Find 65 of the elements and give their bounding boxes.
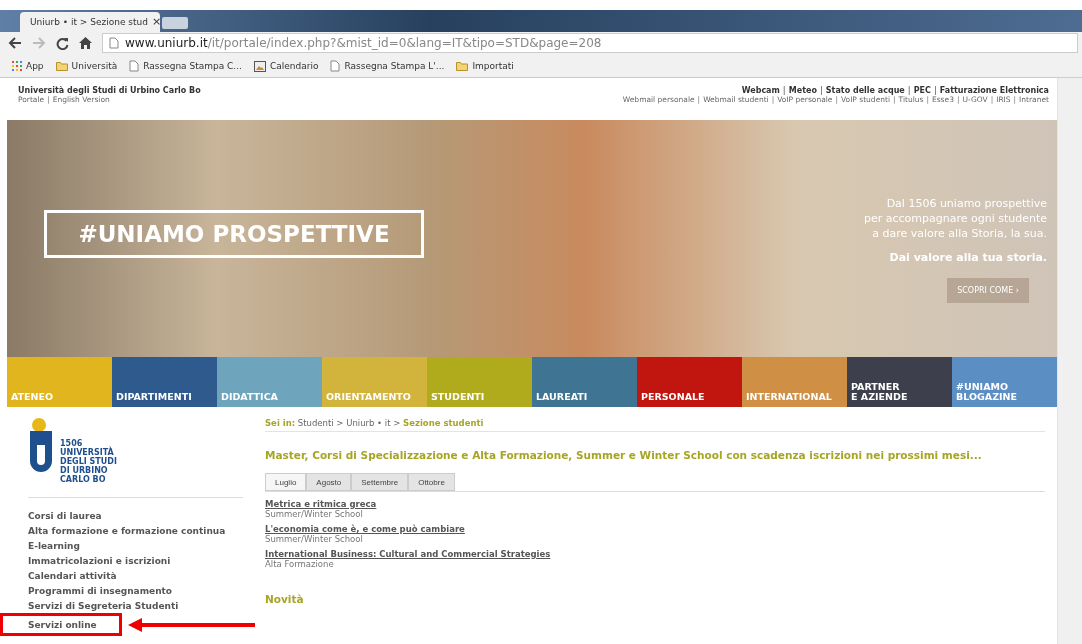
- browser-tab[interactable]: Uniurb • it > Sezione stud ×: [20, 11, 160, 32]
- nav-tab[interactable]: PARTNER E AZIENDE: [847, 357, 952, 407]
- logo-year: 1506: [60, 439, 83, 448]
- month-tab[interactable]: Agosto: [306, 473, 352, 491]
- course-type: Alta Formazione: [265, 559, 335, 569]
- page-icon: [109, 37, 119, 50]
- home-icon[interactable]: [79, 37, 92, 50]
- separator: |: [782, 86, 786, 95]
- month-tab[interactable]: Settembre: [351, 473, 409, 491]
- page-icon: [330, 60, 341, 73]
- sidebar-link[interactable]: Calendari attività: [28, 571, 117, 581]
- bookmark[interactable]: Calendario: [253, 60, 319, 72]
- folder-icon: [55, 61, 68, 72]
- sidebar-link[interactable]: Programmi di insegnamento: [28, 586, 173, 596]
- arrow-icon: [128, 618, 256, 632]
- bookmark[interactable]: Università: [55, 61, 118, 72]
- separator: |: [907, 86, 911, 95]
- month-tab[interactable]: Ottobre: [408, 473, 455, 491]
- month-tab[interactable]: Luglio: [265, 473, 307, 491]
- sidebar-link[interactable]: Alta formazione e formazione continua: [28, 526, 226, 536]
- sidebar-link[interactable]: Immatricolazioni e iscrizioni: [28, 556, 171, 566]
- nav-tab[interactable]: DIPARTIMENTI: [112, 357, 217, 407]
- course-type: Summer/Winter School: [265, 509, 364, 519]
- banner-headline: #UNIAMO PROSPETTIVE: [44, 210, 424, 258]
- scrollbar[interactable]: [1057, 78, 1082, 644]
- sidebar-link[interactable]: Servizi online: [28, 620, 97, 630]
- sidebar-link[interactable]: E-learning: [28, 541, 80, 551]
- bookmark[interactable]: Rassegna Stampa L'...: [330, 60, 445, 73]
- banner-tagline: Dai valore alla tua storia.: [889, 251, 1047, 264]
- header-link[interactable]: Stato delle acque: [825, 86, 905, 95]
- course-link[interactable]: L'economia come è, e come può cambiare: [265, 524, 1045, 534]
- back-icon[interactable]: [8, 37, 22, 50]
- new-tab-button[interactable]: [162, 16, 188, 29]
- sidebar-link[interactable]: Servizi di Segreteria Studenti: [28, 601, 179, 611]
- reload-icon[interactable]: [56, 37, 69, 50]
- news-heading: Novità: [265, 593, 305, 605]
- sidebar-link[interactable]: Corsi di laurea: [28, 511, 102, 521]
- nav-tab[interactable]: LAUREATI: [532, 357, 637, 407]
- separator: |: [933, 86, 937, 95]
- bookmark[interactable]: App: [12, 61, 44, 72]
- logo-name: UNIVERSITÀ DEGLI STUDI DI URBINO CARLO BO: [60, 448, 117, 484]
- apps-icon: [12, 61, 22, 72]
- forward-icon: [32, 37, 46, 50]
- header-link[interactable]: Fatturazione Elettronica: [939, 86, 1049, 95]
- bookmark[interactable]: Importati: [456, 61, 514, 72]
- url-text: www.uniurb.it/it/portale/index.php?&mist_id=0&lang=IT&tipo=STD&page=208: [125, 36, 602, 51]
- course-link[interactable]: Metrica e ritmica greca: [265, 499, 1045, 509]
- header-link[interactable]: Webcam: [741, 86, 780, 95]
- folder-icon: [456, 61, 469, 72]
- close-icon[interactable]: ×: [151, 15, 162, 29]
- bookmark[interactable]: Rassegna Stampa C...: [129, 60, 242, 73]
- separator: |: [819, 86, 823, 95]
- nav-tab[interactable]: PERSONALE: [637, 357, 742, 407]
- site-name: Università degli Studi di Urbino Carlo Bo: [18, 86, 201, 95]
- section-heading: Master, Corsi di Specializzazione e Alta Formazione, Summer e Winter School con scadenza iscrizioni nei prossimi mesi...: [265, 449, 983, 461]
- tab-title: Uniurb • it > Sezione stud: [30, 16, 148, 27]
- address-bar[interactable]: www.uniurb.it/it/portale/index.php?&mist_id=0&lang=IT&tipo=STD&page=208: [102, 33, 1078, 54]
- page-icon: [129, 60, 140, 73]
- breadcrumb: Sei in: Studenti > Uniurb • it > Sezione studenti: [265, 418, 1045, 432]
- course-type: Summer/Winter School: [265, 534, 364, 544]
- course-link[interactable]: International Business: Cultural and Commercial Strategies: [265, 549, 1045, 559]
- image-icon: [253, 60, 266, 72]
- header-link[interactable]: PEC: [913, 86, 931, 95]
- banner-text: Dal 1506 uniamo prospettive per accompagnare ogni studente a dare valore alla Storia, la sua.: [863, 196, 1047, 241]
- header-link[interactable]: Meteo: [788, 86, 817, 95]
